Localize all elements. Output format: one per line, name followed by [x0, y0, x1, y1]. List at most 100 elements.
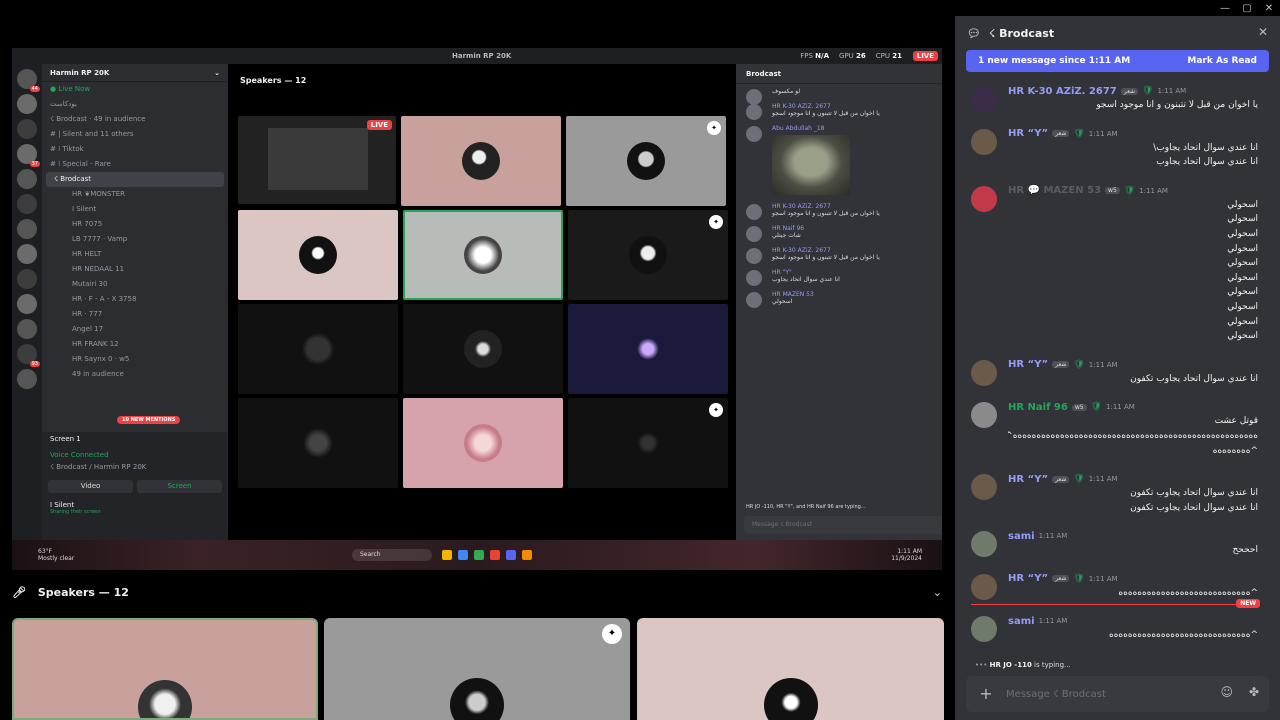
close-icon[interactable]: ✕	[1258, 25, 1268, 39]
voice-member[interactable]: HR NEDAAL 11	[42, 262, 228, 277]
channel-item[interactable]: # ⁞ Tiktok	[42, 142, 228, 157]
message-author[interactable]: HR MAZEN 53	[772, 291, 942, 298]
speaker-tile[interactable]	[238, 210, 398, 300]
avatar[interactable]	[746, 292, 762, 308]
channel-item[interactable]: ☇ Brodcast	[46, 172, 224, 187]
channel-item[interactable]: ● Live Now	[42, 82, 228, 97]
channel-item[interactable]: # ⁞ Special - Rare	[42, 157, 228, 172]
server-icon[interactable]	[17, 119, 37, 139]
message-author[interactable]: sami	[1008, 616, 1035, 627]
voice-member[interactable]: LB 7777 · Vamp	[42, 232, 228, 247]
maximize-button[interactable]: ▢	[1236, 0, 1258, 16]
server-icon[interactable]	[17, 269, 37, 289]
screen-button[interactable]: Screen	[137, 480, 222, 493]
avatar[interactable]	[971, 573, 997, 600]
app-icon[interactable]	[522, 550, 532, 560]
pin-icon[interactable]: ✦	[707, 121, 721, 135]
speaker-tile[interactable]: ✦	[568, 210, 728, 300]
voice-member[interactable]: Angel 17	[42, 322, 228, 337]
emoji-icon[interactable]: ☺	[1220, 685, 1233, 699]
avatar[interactable]	[971, 616, 997, 643]
avatar[interactable]	[971, 185, 997, 212]
avatar[interactable]	[746, 126, 762, 142]
voice-member[interactable]: HR Saynx 0 · w5	[42, 352, 228, 367]
server-icon[interactable]	[17, 169, 37, 189]
stream-chat-input[interactable]: Message ☇ Brodcast	[744, 516, 942, 534]
speaker-tile[interactable]	[568, 304, 728, 394]
app-icon[interactable]	[442, 550, 452, 560]
minimize-button[interactable]: —	[1214, 0, 1236, 16]
message-author[interactable]: HR “Y”	[1008, 474, 1048, 485]
voice-member[interactable]: Mutairi 30	[42, 277, 228, 292]
server-icon[interactable]: 37	[17, 144, 40, 167]
voice-member[interactable]: HR FRANK 12	[42, 337, 228, 352]
app-icon[interactable]	[474, 550, 484, 560]
server-icon[interactable]	[17, 194, 37, 214]
voice-member[interactable]: HR HELT	[42, 247, 228, 262]
message-author[interactable]: HR K-30 AZiZ. 2677	[1008, 86, 1117, 97]
speaker-tile-large[interactable]	[12, 618, 318, 720]
server-icon[interactable]: 44	[17, 69, 40, 92]
voice-member[interactable]: HR · F - A - X 3758	[42, 292, 228, 307]
avatar[interactable]	[971, 128, 997, 155]
avatar[interactable]	[746, 204, 762, 220]
avatar[interactable]	[971, 86, 997, 112]
avatar[interactable]	[746, 248, 762, 264]
voice-member[interactable]: HR ❦MONSTER	[42, 187, 228, 202]
avatar[interactable]	[971, 531, 997, 558]
voice-member[interactable]: 49 in audience	[42, 367, 228, 382]
avatar[interactable]	[971, 474, 997, 501]
speaker-tile[interactable]	[403, 398, 563, 488]
speaker-tile-large[interactable]: ✦	[324, 618, 630, 720]
new-mentions-pill[interactable]: 10 NEW MENTIONS	[117, 416, 181, 424]
message-author[interactable]: HR K-30 AZiZ. 2677	[772, 203, 942, 210]
attached-image[interactable]	[772, 135, 850, 195]
message-author[interactable]: HR “Y”	[1008, 128, 1048, 139]
voice-member[interactable]: I Silent	[42, 202, 228, 217]
channel-item[interactable]: ☇ Brodcast · 49 in audience	[42, 112, 228, 127]
avatar[interactable]	[746, 226, 762, 242]
mark-as-read-button[interactable]: Mark As Read	[1187, 56, 1257, 66]
speaker-tile[interactable]	[238, 304, 398, 394]
message-author[interactable]: HR "Y"	[772, 269, 942, 276]
new-messages-banner[interactable]: 1 new message since 1:11 AM Mark As Read	[966, 50, 1269, 72]
message-author[interactable]: Abu Abdullah _18	[772, 125, 942, 132]
avatar[interactable]	[971, 402, 997, 429]
server-icon[interactable]: 93	[17, 344, 40, 367]
video-button[interactable]: Video	[48, 480, 133, 493]
avatar[interactable]	[746, 104, 762, 120]
app-icon[interactable]	[458, 550, 468, 560]
message-author[interactable]: sami	[1008, 531, 1035, 542]
pin-icon[interactable]: ✦	[602, 624, 622, 644]
chevron-down-icon[interactable]: ⌄	[933, 586, 942, 599]
message-author[interactable]: HR Naif 96	[772, 225, 942, 232]
speaker-tile-stream[interactable]: LIVE	[238, 116, 396, 204]
pin-icon[interactable]: ✦	[709, 215, 723, 229]
channel-item[interactable]: # | Silent and 11 others	[42, 127, 228, 142]
voice-connected-status[interactable]: Voice Connected	[42, 447, 228, 463]
message-author[interactable]: HR “Y”	[1008, 359, 1048, 370]
speaker-tile[interactable]	[403, 304, 563, 394]
server-icon[interactable]	[17, 94, 37, 114]
taskbar-search[interactable]: Search	[352, 549, 432, 561]
app-icon[interactable]	[490, 550, 500, 560]
apps-icon[interactable]: ✤	[1249, 685, 1259, 699]
speaker-tile[interactable]: ✦	[566, 116, 726, 206]
add-attachment-icon[interactable]: +	[976, 684, 996, 704]
voice-member[interactable]: HR 7075	[42, 217, 228, 232]
close-window-button[interactable]: ✕	[1258, 0, 1280, 16]
server-icon[interactable]	[17, 244, 37, 264]
message-author[interactable]: HR “Y”	[1008, 573, 1048, 584]
speaker-tile-large[interactable]	[637, 618, 944, 720]
server-icon[interactable]	[17, 369, 37, 389]
avatar[interactable]	[746, 270, 762, 286]
message-author[interactable]: HR K-30 AZiZ. 2677	[772, 247, 942, 254]
message-author[interactable]: HR K-30 AZiZ. 2677	[772, 103, 942, 110]
speaker-tile[interactable]	[401, 116, 561, 206]
voice-member[interactable]: HR · 777	[42, 307, 228, 322]
message-author[interactable]: HR 💬 MAZEN 53	[1008, 185, 1101, 196]
speaker-tile[interactable]	[238, 398, 398, 488]
message-author[interactable]: HR Naif 96	[1008, 402, 1068, 413]
screen-share-stream[interactable]: Harmin RP 20K FPS N/A GPU 26 CPU 21 LIVE…	[12, 48, 942, 570]
avatar[interactable]	[971, 359, 997, 386]
